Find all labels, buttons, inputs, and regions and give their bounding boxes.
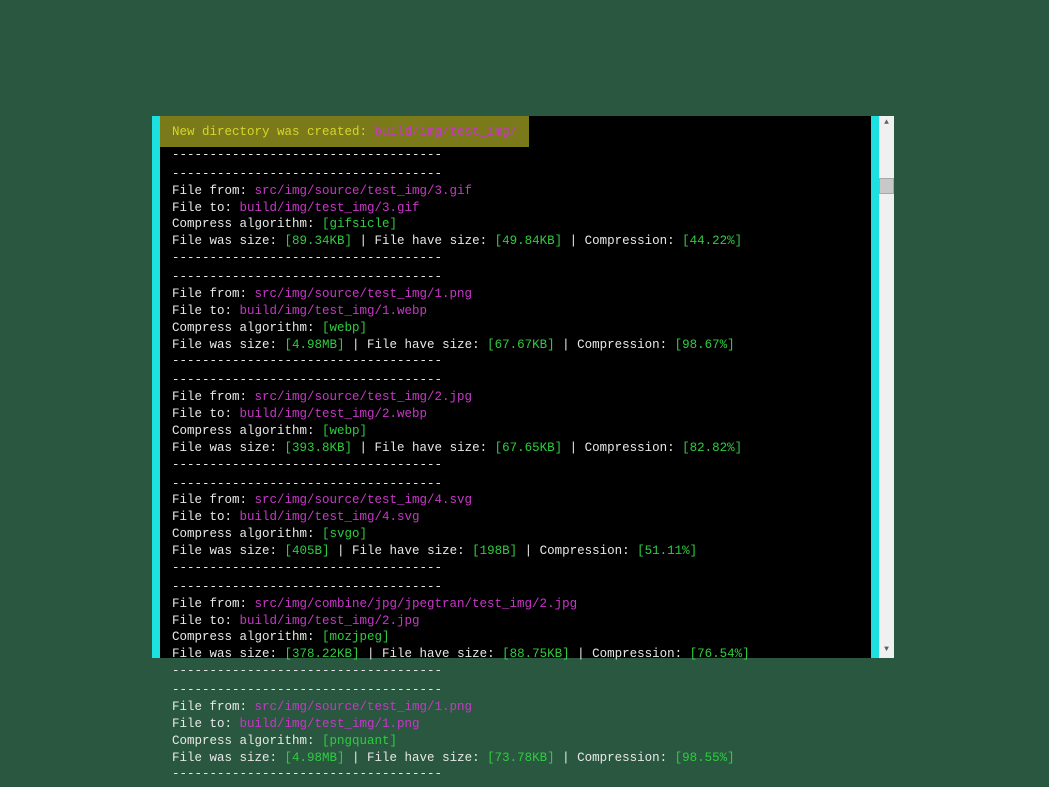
file-from-path: src/img/source/test_img/4.svg xyxy=(255,493,473,507)
size-line: File was size: [4.98MB] | File have size… xyxy=(172,337,878,354)
log-entry: ------------------------------------File… xyxy=(172,682,878,783)
separator: ------------------------------------ xyxy=(172,682,878,699)
file-from-line: File from: src/img/source/test_img/2.jpg xyxy=(172,389,878,406)
was-size: [89.34KB] xyxy=(285,234,353,248)
size-line: File was size: [405B] | File have size: … xyxy=(172,543,878,560)
log-entry: ------------------------------------File… xyxy=(172,579,878,680)
algo-value: [gifsicle] xyxy=(322,217,397,231)
terminal-output: ----------------------------------------… xyxy=(160,147,890,787)
file-to-line: File to: build/img/test_img/1.png xyxy=(172,716,878,733)
algo-line: Compress algorithm: [webp] xyxy=(172,423,878,440)
algo-value: [webp] xyxy=(322,321,367,335)
file-to-path: build/img/test_img/2.jpg xyxy=(240,614,420,628)
have-size: [73.78KB] xyxy=(487,751,555,765)
terminal-accent-left xyxy=(152,116,160,658)
algo-line: Compress algorithm: [mozjpeg] xyxy=(172,629,878,646)
algo-line: Compress algorithm: [gifsicle] xyxy=(172,216,878,233)
file-to-line: File to: build/img/test_img/3.gif xyxy=(172,200,878,217)
was-size: [4.98MB] xyxy=(285,338,345,352)
have-size: [67.67KB] xyxy=(487,338,555,352)
algo-value: [pngquant] xyxy=(322,734,397,748)
file-from-line: File from: src/img/source/test_img/1.png xyxy=(172,699,878,716)
compression-value: [76.54%] xyxy=(690,647,750,661)
algo-line: Compress algorithm: [svgo] xyxy=(172,526,878,543)
separator: ------------------------------------ xyxy=(172,372,878,389)
log-entry: ------------------------------------File… xyxy=(172,166,878,267)
terminal-window: New directory was created: build/img/tes… xyxy=(160,116,890,658)
was-size: [405B] xyxy=(285,544,330,558)
header-label: New directory was created xyxy=(172,125,360,139)
separator: ------------------------------------ xyxy=(172,353,878,370)
algo-line: Compress algorithm: [pngquant] xyxy=(172,733,878,750)
scroll-up-button[interactable]: ▲ xyxy=(879,116,894,131)
algo-value: [mozjpeg] xyxy=(322,630,390,644)
file-from-line: File from: src/img/combine/jpg/jpegtran/… xyxy=(172,596,878,613)
file-to-line: File to: build/img/test_img/4.svg xyxy=(172,509,878,526)
compression-value: [98.55%] xyxy=(675,751,735,765)
separator: ------------------------------------ xyxy=(172,166,878,183)
have-size: [67.65KB] xyxy=(495,441,563,455)
file-from-line: File from: src/img/source/test_img/4.svg xyxy=(172,492,878,509)
separator: ------------------------------------ xyxy=(172,147,878,164)
size-line: File was size: [89.34KB] | File have siz… xyxy=(172,233,878,250)
was-size: [378.22KB] xyxy=(285,647,360,661)
separator: ------------------------------------ xyxy=(172,579,878,596)
file-to-path: build/img/test_img/2.webp xyxy=(240,407,428,421)
separator: ------------------------------------ xyxy=(172,250,878,267)
have-size: [198B] xyxy=(472,544,517,558)
scrollbar-thumb[interactable] xyxy=(879,178,894,194)
file-from-path: src/img/source/test_img/2.jpg xyxy=(255,390,473,404)
file-to-path: build/img/test_img/1.webp xyxy=(240,304,428,318)
log-entry: ------------------------------------File… xyxy=(172,269,878,370)
file-from-line: File from: src/img/source/test_img/3.gif xyxy=(172,183,878,200)
separator: ------------------------------------ xyxy=(172,560,878,577)
was-size: [393.8KB] xyxy=(285,441,353,455)
log-entry: ------------------------------------File… xyxy=(172,372,878,473)
terminal-accent-right xyxy=(871,116,879,658)
size-line: File was size: [4.98MB] | File have size… xyxy=(172,750,878,767)
have-size: [88.75KB] xyxy=(502,647,570,661)
compression-value: [51.11%] xyxy=(637,544,697,558)
compression-value: [44.22%] xyxy=(682,234,742,248)
separator: ------------------------------------ xyxy=(172,663,878,680)
file-to-path: build/img/test_img/1.png xyxy=(240,717,420,731)
header-banner: New directory was created: build/img/tes… xyxy=(160,116,529,147)
algo-value: [webp] xyxy=(322,424,367,438)
file-from-path: src/img/source/test_img/1.png xyxy=(255,287,473,301)
have-size: [49.84KB] xyxy=(495,234,563,248)
separator: ------------------------------------ xyxy=(172,269,878,286)
header-path: build/img/test_img/ xyxy=(375,125,518,139)
log-entry: ------------------------------------File… xyxy=(172,476,878,577)
compression-value: [82.82%] xyxy=(682,441,742,455)
algo-value: [svgo] xyxy=(322,527,367,541)
was-size: [4.98MB] xyxy=(285,751,345,765)
algo-line: Compress algorithm: [webp] xyxy=(172,320,878,337)
size-line: File was size: [378.22KB] | File have si… xyxy=(172,646,878,663)
file-from-path: src/img/combine/jpg/jpegtran/test_img/2.… xyxy=(255,597,578,611)
file-to-line: File to: build/img/test_img/1.webp xyxy=(172,303,878,320)
file-from-path: src/img/source/test_img/1.png xyxy=(255,700,473,714)
compression-value: [98.67%] xyxy=(675,338,735,352)
file-to-line: File to: build/img/test_img/2.webp xyxy=(172,406,878,423)
separator: ------------------------------------ xyxy=(172,476,878,493)
file-to-path: build/img/test_img/4.svg xyxy=(240,510,420,524)
file-from-line: File from: src/img/source/test_img/1.png xyxy=(172,286,878,303)
separator: ------------------------------------ xyxy=(172,766,878,783)
file-to-path: build/img/test_img/3.gif xyxy=(240,201,420,215)
scrollbar-track[interactable] xyxy=(879,116,894,658)
file-to-line: File to: build/img/test_img/2.jpg xyxy=(172,613,878,630)
size-line: File was size: [393.8KB] | File have siz… xyxy=(172,440,878,457)
file-from-path: src/img/source/test_img/3.gif xyxy=(255,184,473,198)
separator: ------------------------------------ xyxy=(172,457,878,474)
scroll-down-button[interactable]: ▼ xyxy=(879,643,894,658)
